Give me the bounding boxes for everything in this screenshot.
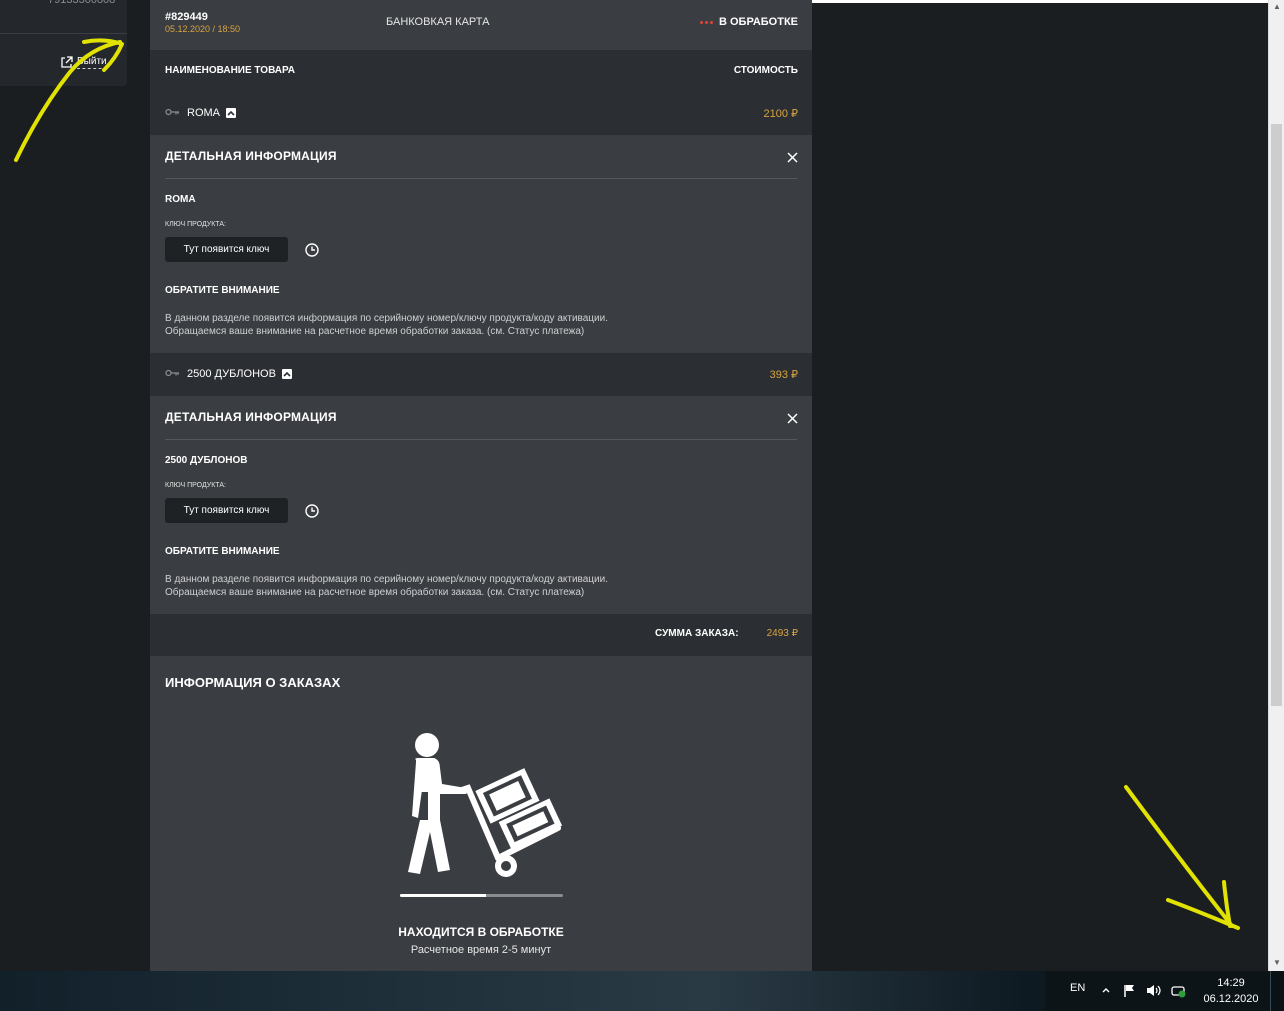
table-row[interactable]: ROMA 2100 ₽ bbox=[150, 92, 812, 135]
show-desktop-button[interactable] bbox=[1270, 971, 1284, 1011]
windows-taskbar: EN 14:29 06.12.2020 bbox=[0, 971, 1284, 1011]
network-icon[interactable] bbox=[1171, 984, 1186, 998]
processing-progress-bar bbox=[400, 894, 563, 897]
item-name: ROMA bbox=[187, 107, 236, 119]
order-info-panel: ИНФОРМАЦИЯ О ЗАКАЗАХ НАХОДИТСЯ В ОБРАБОТ… bbox=[150, 656, 812, 971]
window-top-edge bbox=[812, 0, 1268, 3]
item-name-label: 2500 ДУБЛОНОВ bbox=[187, 368, 276, 380]
browser-viewport: 79133300808 Выйти #829449 05.12.2020 / 1… bbox=[0, 0, 1284, 971]
scroll-up-arrow-icon[interactable]: ▲ bbox=[1273, 2, 1281, 11]
item-detail-panel: ДЕТАЛЬНАЯ ИНФОРМАЦИЯ ROMA КЛЮЧ ПРОДУКТА:… bbox=[150, 135, 812, 353]
flag-icon[interactable] bbox=[1123, 984, 1136, 997]
status-dots-icon bbox=[699, 20, 713, 24]
notice-text: В данном разделе появится информация по … bbox=[165, 573, 785, 599]
key-icon bbox=[165, 108, 179, 116]
order-info-title: ИНФОРМАЦИЯ О ЗАКАЗАХ bbox=[165, 675, 341, 690]
detail-title: ДЕТАЛЬНАЯ ИНФОРМАЦИЯ bbox=[165, 149, 337, 163]
item-name-label: ROMA bbox=[187, 107, 220, 119]
item-detail-panel: ДЕТАЛЬНАЯ ИНФОРМАЦИЯ 2500 ДУБЛОНОВ КЛЮЧ … bbox=[150, 396, 812, 614]
scroll-down-arrow-icon[interactable]: ▼ bbox=[1273, 958, 1281, 967]
clock-icon bbox=[305, 243, 319, 257]
payment-method: БАНКОВКАЯ КАРТА bbox=[386, 16, 490, 28]
product-key-field[interactable]: Тут появится ключ bbox=[165, 237, 288, 262]
order-status-label: В ОБРАБОТКЕ bbox=[718, 16, 798, 28]
notice-title: ОБРАТИТЕ ВНИМАНИЕ bbox=[165, 285, 280, 296]
column-header-name: НАИМЕНОВАНИЕ ТОВАРА bbox=[165, 65, 296, 76]
item-price: 2100 ₽ bbox=[763, 108, 798, 120]
scrollbar-thumb[interactable] bbox=[1271, 124, 1282, 706]
notice-line: В данном разделе появится информация по … bbox=[165, 574, 608, 585]
chevron-up-icon[interactable] bbox=[281, 369, 292, 379]
table-row[interactable]: 2500 ДУБЛОНОВ 393 ₽ bbox=[150, 353, 812, 396]
progress-fill bbox=[400, 894, 487, 897]
order-total-row: СУММА ЗАКАЗА: 2493 ₽ bbox=[150, 614, 812, 656]
account-sidebar: 79133300808 Выйти bbox=[0, 0, 127, 86]
order-status: В ОБРАБОТКЕ bbox=[699, 16, 798, 28]
processing-eta: Расчетное время 2-5 минут bbox=[410, 944, 552, 956]
detail-product-name: 2500 ДУБЛОНОВ bbox=[165, 455, 248, 466]
close-icon[interactable] bbox=[787, 413, 798, 424]
items-table-header: НАИМЕНОВАНИЕ ТОВАРА СТОИМОСТЬ bbox=[150, 50, 812, 92]
key-icon bbox=[165, 369, 179, 377]
notice-text: В данном разделе появится информация по … bbox=[165, 312, 785, 338]
notice-line: Обращаемся ваше внимание на расчетное вр… bbox=[165, 326, 585, 337]
logout-button[interactable]: Выйти bbox=[60, 56, 107, 69]
order-header[interactable]: #829449 05.12.2020 / 18:50 БАНКОВКАЯ КАР… bbox=[150, 0, 812, 50]
delivery-worker-icon bbox=[408, 733, 563, 877]
detail-divider bbox=[165, 178, 797, 179]
item-price: 393 ₽ bbox=[769, 369, 798, 381]
detail-title: ДЕТАЛЬНАЯ ИНФОРМАЦИЯ bbox=[165, 410, 337, 424]
product-key-field[interactable]: Тут появится ключ bbox=[165, 498, 288, 523]
product-key-label: КЛЮЧ ПРОДУКТА: bbox=[165, 221, 226, 228]
chevron-up-icon[interactable] bbox=[1101, 985, 1111, 995]
column-header-price: СТОИМОСТЬ bbox=[733, 65, 798, 76]
order-total-value: 2493 ₽ bbox=[766, 628, 798, 639]
order-id: #829449 bbox=[165, 11, 208, 23]
product-key-label: КЛЮЧ ПРОДУКТА: bbox=[165, 482, 226, 489]
chevron-up-icon[interactable] bbox=[226, 108, 236, 118]
external-link-icon bbox=[61, 56, 73, 68]
notice-line: В данном разделе появится информация по … bbox=[165, 313, 608, 324]
processing-status: НАХОДИТСЯ В ОБРАБОТКЕ bbox=[398, 925, 564, 939]
notice-title: ОБРАТИТЕ ВНИМАНИЕ bbox=[165, 546, 280, 557]
item-name: 2500 ДУБЛОНОВ bbox=[187, 368, 292, 380]
detail-product-name: ROMA bbox=[165, 194, 196, 205]
detail-divider bbox=[165, 439, 797, 440]
language-indicator[interactable]: EN bbox=[1070, 982, 1085, 994]
clock-time[interactable]: 14:29 bbox=[1200, 977, 1262, 989]
clock-icon bbox=[305, 504, 319, 518]
order-total-label: СУММА ЗАКАЗА: bbox=[655, 628, 739, 639]
clock-date[interactable]: 06.12.2020 bbox=[1200, 993, 1262, 1005]
notice-line: Обращаемся ваше внимание на расчетное вр… bbox=[165, 587, 585, 598]
close-icon[interactable] bbox=[787, 152, 798, 163]
logout-label: Выйти bbox=[77, 56, 107, 69]
order-date: 05.12.2020 / 18:50 bbox=[165, 24, 241, 34]
sidebar-divider bbox=[0, 33, 127, 34]
volume-icon[interactable] bbox=[1146, 984, 1161, 997]
vertical-scrollbar[interactable]: ▲ ▼ bbox=[1268, 0, 1284, 971]
account-phone: 79133300808 bbox=[48, 0, 116, 6]
